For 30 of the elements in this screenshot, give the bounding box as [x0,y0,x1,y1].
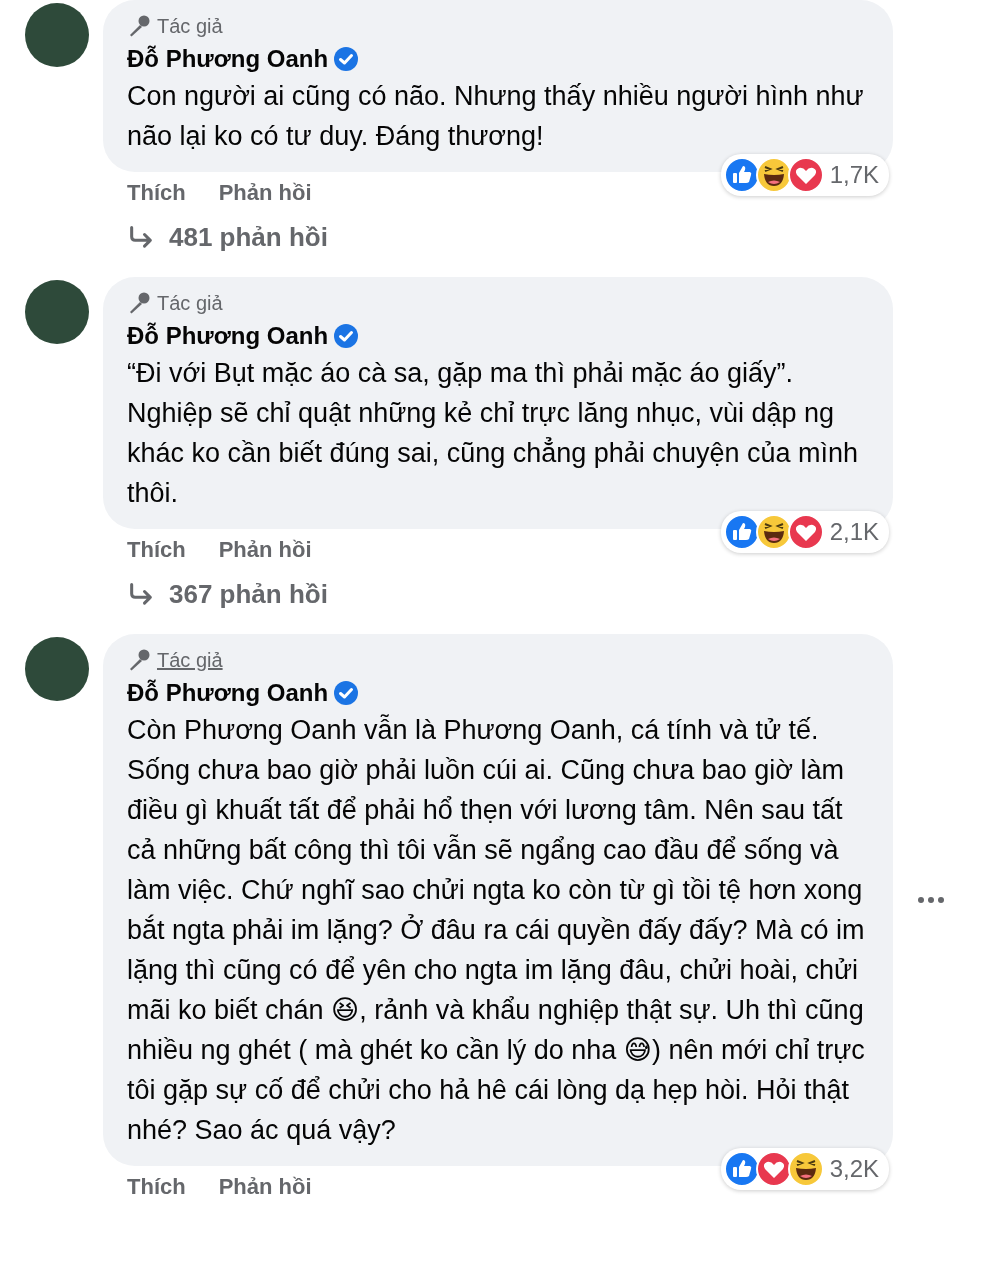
reactions-pill[interactable]: 3,2K [720,1148,889,1190]
view-replies-link[interactable]: 367 phản hồi [127,579,328,610]
comment-text: Con người ai cũng có não. Nhưng thấy nhiều người hình như não lại ko có tư duy. Đáng thương! [127,80,865,153]
author-badge[interactable]: Tác giả [157,648,223,672]
comment-text: Còn Phương Oanh vẫn là Phương Oanh, cá tính và tử tế. Sống chưa bao giờ phải luồn cúi ai. Cũng chưa bao giờ làm điều gì khuất tất để phải hổ thẹn với lương tâm. Nên sau tất cả những bất công thì tôi vẫn sẽ ngẩng cao đầu để sống và làm việc. Chứ nghĩ sao chửi ngta ko còn từ gì tồi tệ hơn xong bắt ngta phải im lặng? Ở đâu ra cái quyền đấy đấy? Mà có im lặng thì cũng có để yên cho ngta im lặng đâu, chửi hoài, chửi mãi ko biết chán 😆, rảnh và khẩu nghiệp thật sự. Uh thì cũng nhiều ng ghét ( mà ghét ko cần lý do nha 😅) nên mới chỉ trực tôi gặp sự cố để chửi cho hả hê cái lòng dạ hẹp hòi. Hỏi thật nhé? Sao ác quá vậy? [127,713,866,1147]
author-badge[interactable]: Tác giả [157,291,223,315]
comment-action-link[interactable]: Thích [127,1174,186,1200]
laughing-face-icon [787,1151,824,1187]
comment-action-link[interactable]: Thích [127,180,186,206]
author-name[interactable]: Đỗ Phương Oanh [127,679,329,707]
reaction-count: 1,7K [829,161,879,189]
thumbs-up-icon [723,157,760,193]
view-replies-link[interactable]: 481 phản hồi [127,222,328,253]
laughing-face-icon [755,514,792,550]
thumbs-up-icon [723,514,760,550]
laughing-face-icon [755,157,792,193]
reaction-count: 3,2K [829,1155,879,1183]
comment-action-link[interactable]: Phản hồi [218,1174,312,1200]
reactions-pill[interactable]: 2,1K [720,511,889,553]
author-name[interactable]: Đỗ Phương Oanh [127,45,329,73]
comment-action-link[interactable]: Thích [127,537,186,563]
thumbs-up-icon [723,1151,760,1187]
comment-action-link[interactable]: Phản hồi [218,180,312,206]
comment-action-link[interactable]: Phản hồi [218,537,312,563]
more-options-icon[interactable] [917,896,945,904]
reactions-pill[interactable]: 1,7K [720,154,889,196]
author-name[interactable]: Đỗ Phương Oanh [127,322,329,350]
author-badge[interactable]: Tác giả [157,14,223,38]
reaction-count: 2,1K [829,518,879,546]
comment-text: “Đi với Bụt mặc áo cà sa, gặp ma thì phải mặc áo giấy”. Nghiệp sẽ chỉ quật những kẻ chỉ trực lăng nhục, vùi dập ng khác ko cần biết đúng sai, cũng chẳng phải chuyện của mình thôi. [127,357,859,510]
